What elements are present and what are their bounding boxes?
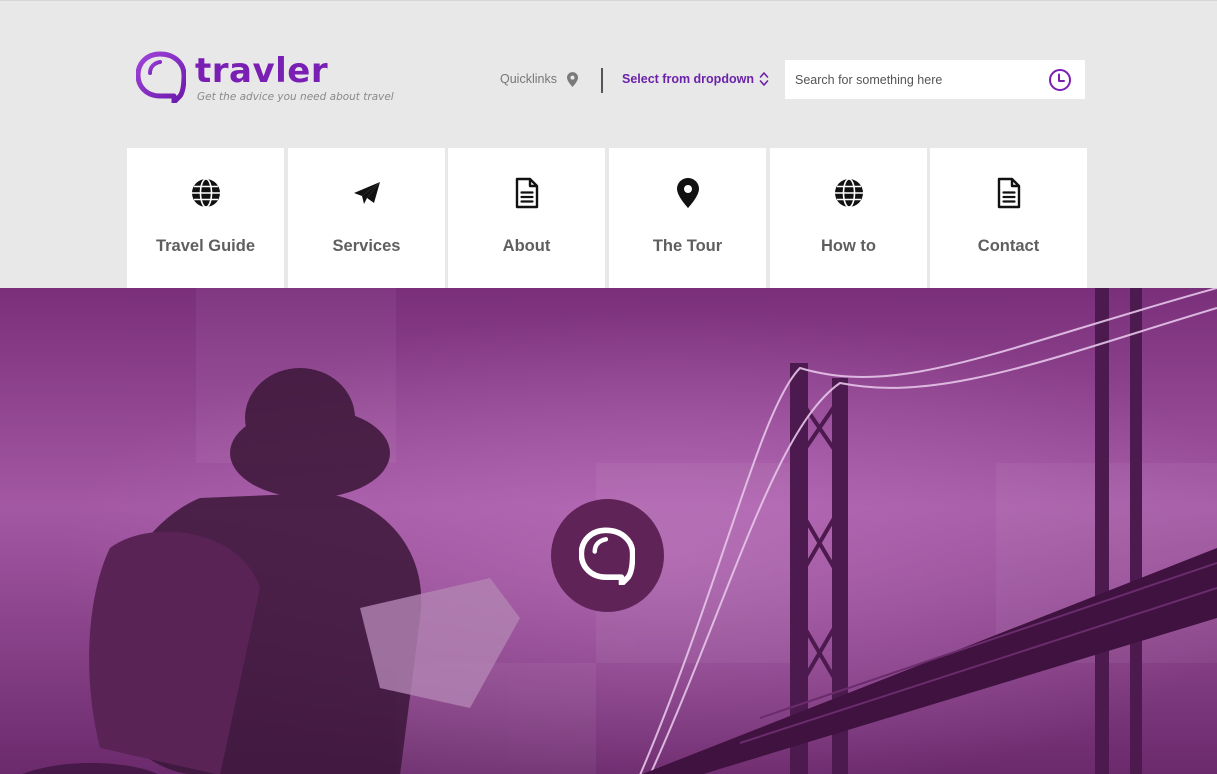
nav-item-the-tour[interactable]: The Tour [609,148,766,302]
quicklinks-dropdown[interactable]: Select from dropdown [622,69,769,89]
nav-label: Travel Guide [155,237,256,255]
site-logo[interactable]: travler Get the advice you need about tr… [136,51,436,107]
search-box [785,60,1085,99]
document-icon [515,177,538,209]
hero-logo-button[interactable] [551,499,664,612]
map-pin-icon [566,71,578,87]
nav-label: How to [821,237,876,255]
document-icon [997,177,1020,209]
chevron-up-down-icon [759,72,769,86]
search-input[interactable] [785,60,1040,99]
brand-tagline: Get the advice you need about travel [197,91,394,103]
quicklinks-link[interactable]: Quicklinks [500,69,578,89]
globe-icon [834,178,863,208]
site-header: travler Get the advice you need about tr… [0,1,1217,302]
nav-label: The Tour [652,237,723,255]
clock-icon[interactable] [1048,68,1072,92]
nav-item-travel-guide[interactable]: Travel Guide [127,148,284,302]
nav-label: About [502,237,551,255]
nav-label: Services [332,237,401,255]
hero-banner [0,288,1217,774]
nav-item-how-to[interactable]: How to [770,148,927,302]
nav-item-services[interactable]: Services [288,148,445,302]
nav-item-about[interactable]: About [448,148,605,302]
paper-plane-icon [353,182,380,204]
dropdown-label: Select from dropdown [622,72,754,86]
speech-bubble-icon [136,51,186,103]
nav-label: Contact [977,237,1040,255]
quicklinks-label: Quicklinks [500,72,557,86]
map-pin-icon [676,178,699,208]
globe-icon [191,178,220,208]
topbar-divider [601,68,603,93]
speech-bubble-icon [579,527,635,585]
brand-name: travler [195,51,329,91]
nav-item-contact[interactable]: Contact [930,148,1087,302]
